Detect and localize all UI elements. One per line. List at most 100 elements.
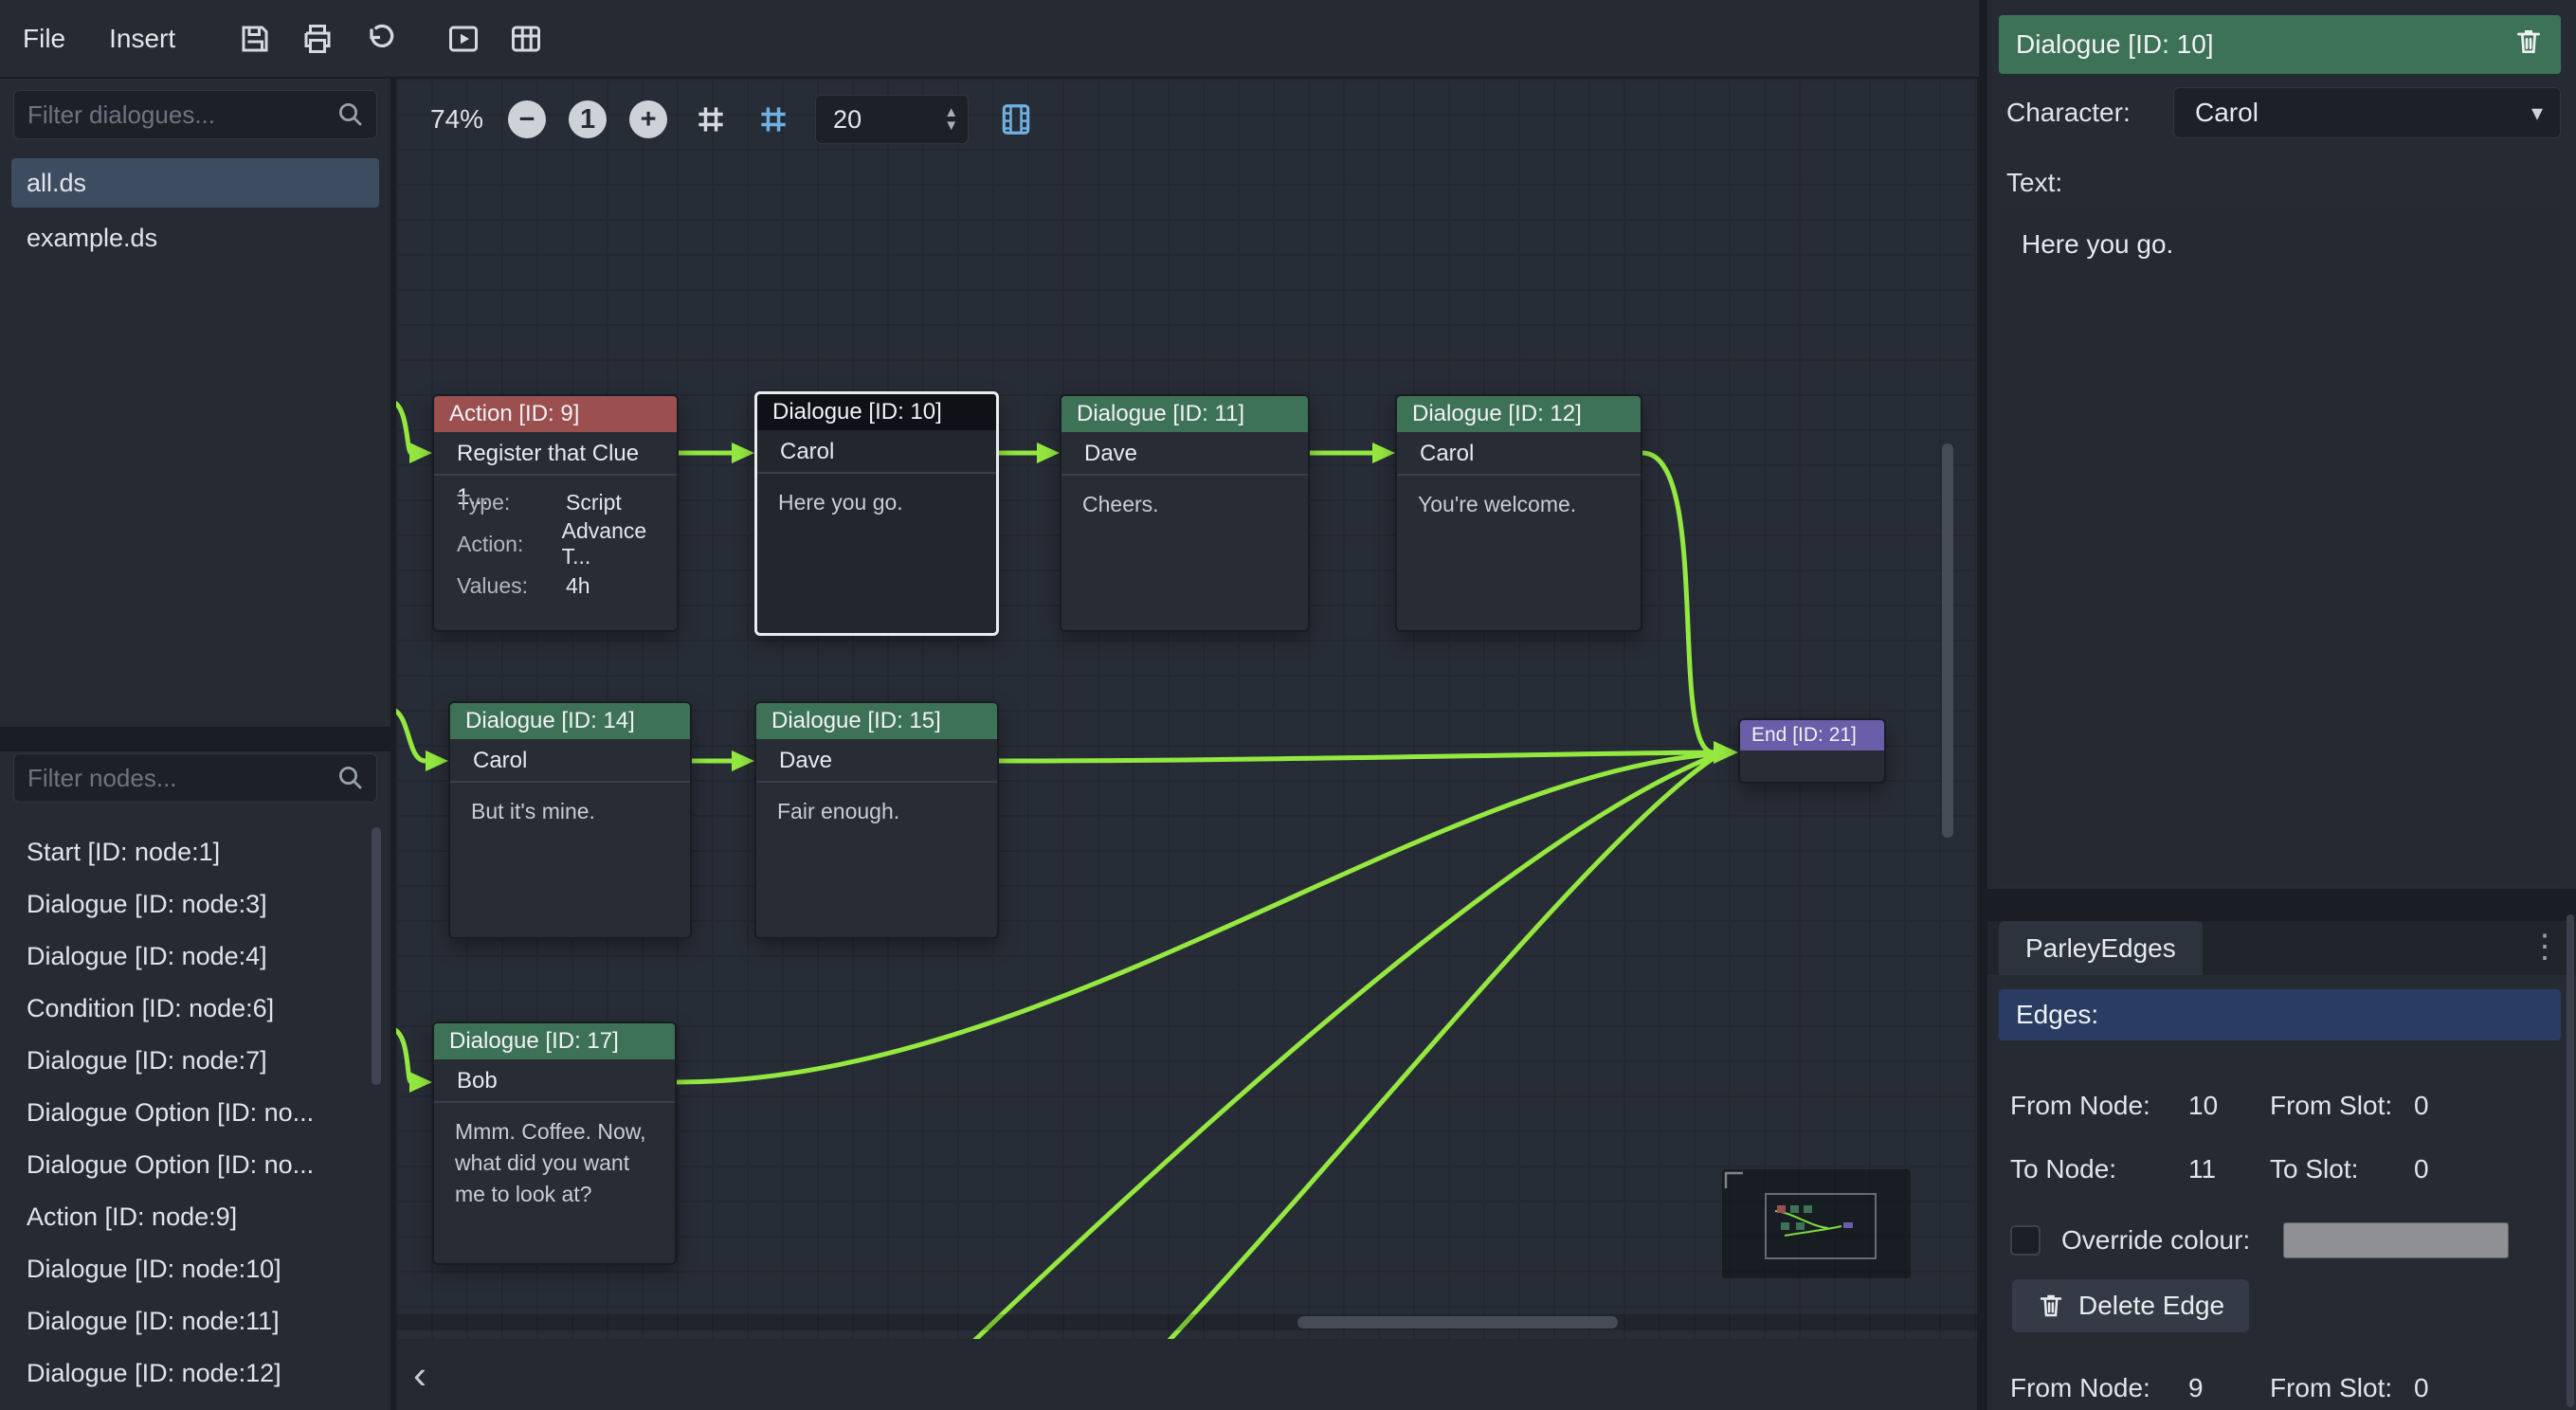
node-list-item[interactable]: Dialogue [ID: node:11] bbox=[0, 1296, 390, 1346]
to-node-label: To Node: bbox=[2010, 1154, 2188, 1184]
node-list-item[interactable]: Start [ID: node:1] bbox=[0, 827, 390, 877]
node-character: Carol bbox=[450, 739, 690, 783]
canvas-hscroll-track[interactable] bbox=[396, 1314, 1977, 1330]
bottom-panel: ‹ bbox=[396, 1339, 1977, 1410]
canvas-vscroll-thumb[interactable] bbox=[1942, 443, 1953, 838]
node-title[interactable]: Dialogue [ID: 11] bbox=[1061, 396, 1308, 432]
edge-from-row: From Node: 9 From Slot: 0 bbox=[2010, 1363, 2551, 1410]
snap-toggle-icon[interactable] bbox=[753, 99, 794, 140]
character-value: Carol bbox=[2195, 98, 2259, 128]
insert-grid-icon[interactable] bbox=[505, 18, 547, 60]
node-title[interactable]: Dialogue [ID: 17] bbox=[434, 1023, 675, 1059]
dialogues-filter[interactable] bbox=[13, 90, 377, 139]
dialogues-filter-input[interactable] bbox=[27, 100, 336, 130]
delete-edge-button[interactable]: Delete Edge bbox=[2012, 1279, 2249, 1332]
graph-node-end-21[interactable]: End [ID: 21] bbox=[1738, 718, 1886, 784]
node-text: Here you go. bbox=[757, 474, 996, 532]
dialogue-file-item[interactable]: all.ds bbox=[11, 158, 379, 208]
nodes-filter-input[interactable] bbox=[27, 764, 336, 793]
spin-down-icon[interactable]: ▼ bbox=[944, 119, 958, 133]
edges-section-header: Edges: bbox=[1999, 989, 2561, 1040]
grid-toggle-icon[interactable] bbox=[690, 99, 732, 140]
nodes-filter[interactable] bbox=[13, 753, 377, 803]
action-action-value: Advance T... bbox=[562, 518, 677, 569]
from-slot-label: From Slot: bbox=[2270, 1091, 2414, 1121]
graph-node-dialogue-17[interactable]: Dialogue [ID: 17] Bob Mmm. Coffee. Now, … bbox=[432, 1021, 677, 1265]
from-node-label: From Node: bbox=[2010, 1373, 2188, 1403]
from-slot-label: From Slot: bbox=[2270, 1373, 2414, 1403]
inspector-title: Dialogue [ID: 10] bbox=[2016, 29, 2214, 60]
graph-node-dialogue-10[interactable]: Dialogue [ID: 10] Carol Here you go. bbox=[754, 391, 999, 636]
graph-canvas[interactable]: 74% − 1 + ▲ ▼ Action [ID: 9] bbox=[396, 79, 1977, 1339]
zoom-level: 74% bbox=[430, 104, 483, 135]
dialogue-text-editor[interactable]: Here you go. bbox=[1999, 207, 2561, 885]
node-list-item[interactable]: Dialogue Option [ID: no... bbox=[0, 1088, 390, 1137]
graph-node-dialogue-14[interactable]: Dialogue [ID: 14] Carol But it's mine. bbox=[448, 701, 692, 939]
node-character: Dave bbox=[756, 739, 997, 783]
zoom-in-icon[interactable]: + bbox=[629, 100, 667, 138]
node-list-item[interactable]: Dialogue [ID: node:12] bbox=[0, 1348, 390, 1398]
tab-parley-edges[interactable]: ParleyEdges bbox=[1999, 921, 2203, 975]
dialogue-file-item[interactable]: example.ds bbox=[0, 213, 390, 262]
menu-insert[interactable]: Insert bbox=[100, 24, 185, 54]
graph-node-dialogue-15[interactable]: Dialogue [ID: 15] Dave Fair enough. bbox=[754, 701, 999, 939]
save-icon[interactable] bbox=[234, 18, 276, 60]
node-list-item[interactable]: Condition [ID: node:6] bbox=[0, 984, 390, 1033]
canvas-hscroll-thumb[interactable] bbox=[1297, 1316, 1618, 1329]
colour-swatch[interactable] bbox=[2283, 1222, 2509, 1258]
node-title[interactable]: Dialogue [ID: 12] bbox=[1397, 396, 1641, 432]
node-title[interactable]: Dialogue [ID: 10] bbox=[757, 394, 996, 430]
minimap-toggle-icon[interactable] bbox=[995, 99, 1037, 140]
inspector-scrollbar[interactable] bbox=[2567, 914, 2574, 1407]
node-list-scrollbar[interactable] bbox=[372, 827, 381, 1085]
search-icon bbox=[336, 100, 365, 129]
zoom-out-icon[interactable]: − bbox=[508, 100, 546, 138]
zoom-reset-icon[interactable]: 1 bbox=[569, 100, 607, 138]
node-list-item[interactable]: Dialogue [ID: node:3] bbox=[0, 879, 390, 929]
canvas-toolbar: 74% − 1 + ▲ ▼ bbox=[430, 92, 1058, 147]
sidebar-splitter[interactable] bbox=[0, 727, 390, 751]
graph-node-action-9[interactable]: Action [ID: 9] Register that Clue 1... T… bbox=[432, 394, 679, 632]
node-title[interactable]: End [ID: 21] bbox=[1740, 720, 1884, 750]
to-slot-label: To Slot: bbox=[2270, 1154, 2414, 1184]
inspector-header: Dialogue [ID: 10] bbox=[1999, 15, 2561, 74]
panel-splitter[interactable] bbox=[1987, 889, 2576, 921]
menu-file[interactable]: File bbox=[13, 24, 75, 54]
minimap[interactable] bbox=[1722, 1169, 1911, 1278]
snap-step-input[interactable] bbox=[833, 105, 944, 135]
node-list-item[interactable]: Dialogue Option [ID: no... bbox=[0, 1140, 390, 1189]
node-text: Cheers. bbox=[1061, 476, 1308, 533]
print-icon[interactable] bbox=[297, 18, 338, 60]
edge-from-row: From Node: 10 From Slot: 0 bbox=[2010, 1080, 2551, 1131]
node-title[interactable]: Dialogue [ID: 14] bbox=[450, 703, 690, 739]
text-label: Text: bbox=[2006, 159, 2062, 207]
action-type-value: Script bbox=[566, 490, 622, 515]
node-text: You're welcome. bbox=[1397, 476, 1641, 533]
trash-icon bbox=[2037, 1292, 2065, 1320]
graph-node-dialogue-11[interactable]: Dialogue [ID: 11] Dave Cheers. bbox=[1060, 394, 1310, 632]
trash-icon[interactable] bbox=[2513, 27, 2544, 63]
from-slot-value: 0 bbox=[2414, 1091, 2471, 1121]
left-sidebar: all.ds example.ds Start [ID: node:1] Dia… bbox=[0, 79, 390, 1410]
chevron-down-icon: ▾ bbox=[2531, 99, 2543, 127]
collapse-panel-icon[interactable]: ‹ bbox=[396, 1355, 426, 1395]
graph-node-dialogue-12[interactable]: Dialogue [ID: 12] Carol You're welcome. bbox=[1395, 394, 1642, 632]
node-text: Mmm. Coffee. Now, what did you want me t… bbox=[434, 1103, 675, 1223]
kebab-menu-icon[interactable]: ⋮ bbox=[2529, 931, 2561, 963]
node-list-item[interactable]: Dialogue [ID: node:4] bbox=[0, 931, 390, 981]
character-dropdown[interactable]: Carol ▾ bbox=[2173, 87, 2561, 138]
override-colour-checkbox[interactable] bbox=[2010, 1225, 2041, 1256]
action-script-row: Register that Clue 1... bbox=[434, 432, 677, 476]
node-list-item[interactable]: Dialogue [ID: node:7] bbox=[0, 1036, 390, 1085]
run-dialogue-icon[interactable] bbox=[443, 18, 484, 60]
to-node-value: 11 bbox=[2188, 1154, 2245, 1184]
undo-icon[interactable] bbox=[359, 18, 401, 60]
node-title[interactable]: Action [ID: 9] bbox=[434, 396, 677, 432]
node-text: Fair enough. bbox=[756, 783, 997, 841]
node-list-item[interactable]: Dialogue [ID: node:10] bbox=[0, 1244, 390, 1293]
from-node-label: From Node: bbox=[2010, 1091, 2188, 1121]
snap-step-spinbox[interactable]: ▲ ▼ bbox=[815, 95, 969, 144]
action-values-label: Values: bbox=[457, 573, 566, 599]
node-title[interactable]: Dialogue [ID: 15] bbox=[756, 703, 997, 739]
node-list-item[interactable]: Action [ID: node:9] bbox=[0, 1192, 390, 1241]
